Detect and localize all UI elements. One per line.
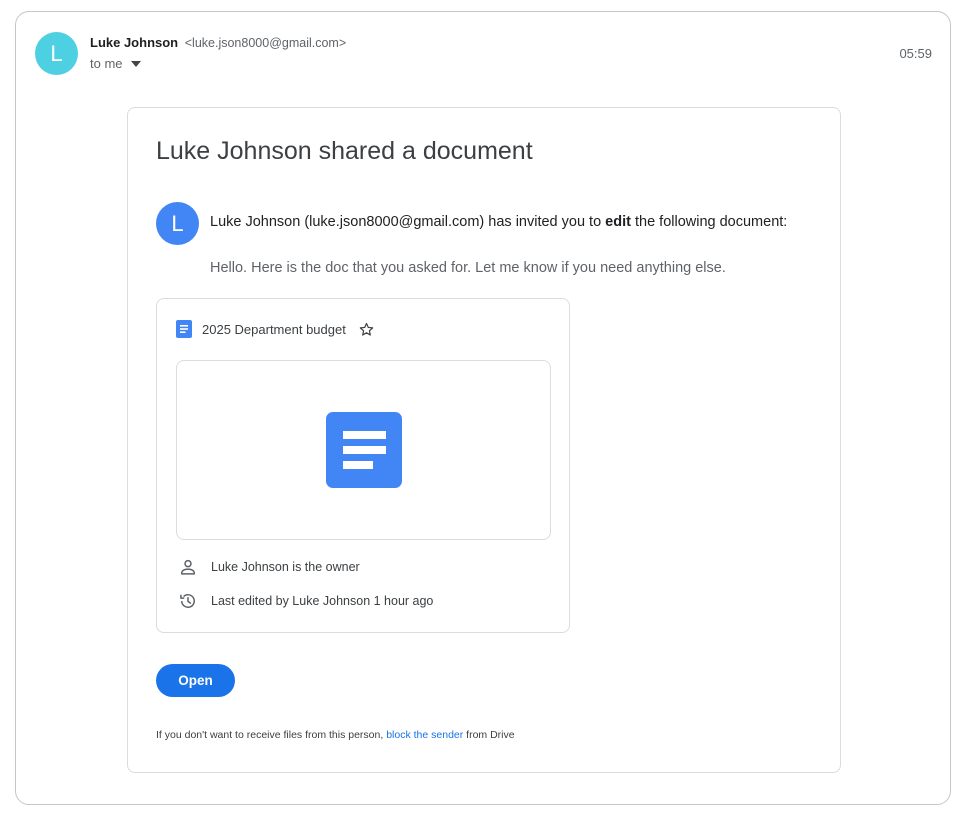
invite-text-before: Luke Johnson (luke.json8000@gmail.com) h…: [210, 214, 606, 230]
footer-text-before: If you don't want to receive files from …: [156, 729, 387, 741]
owner-row: Luke Johnson is the owner: [178, 557, 360, 577]
invite-permission: edit: [605, 214, 631, 230]
inviter-avatar: L: [156, 202, 199, 245]
card-title: Luke Johnson shared a document: [156, 137, 533, 165]
google-docs-icon: [325, 412, 402, 488]
person-icon: [181, 559, 195, 575]
document-preview[interactable]: [176, 360, 551, 540]
document-card[interactable]: 2025 Department budget Luke Johnson is t…: [156, 298, 570, 633]
last-edited-row: Last edited by Luke Johnson 1 hour ago: [178, 591, 433, 611]
invite-text: Luke Johnson (luke.json8000@gmail.com) h…: [210, 214, 787, 230]
open-button[interactable]: Open: [156, 664, 235, 697]
timestamp: 05:59: [899, 46, 932, 61]
personal-message: Hello. Here is the doc that you asked fo…: [210, 260, 726, 276]
sender-name[interactable]: Luke Johnson: [90, 35, 178, 50]
sender-avatar[interactable]: L: [35, 32, 78, 75]
last-edited-text: Last edited by Luke Johnson 1 hour ago: [211, 594, 434, 608]
footer-text-after: from Drive: [463, 729, 515, 741]
block-sender-link[interactable]: block the sender: [386, 729, 463, 741]
share-card: Luke Johnson shared a document L Luke Jo…: [127, 107, 841, 773]
star-icon[interactable]: [358, 321, 375, 338]
recipient-label: to me: [90, 56, 123, 71]
footer-note: If you don't want to receive files from …: [156, 729, 515, 741]
invite-text-after: the following document:: [630, 214, 788, 230]
document-header: 2025 Department budget: [176, 320, 375, 338]
sender-line: Luke Johnson <luke.json8000@gmail.com>: [90, 35, 346, 50]
document-name[interactable]: 2025 Department budget: [202, 322, 346, 337]
email-message: L Luke Johnson <luke.json8000@gmail.com>…: [15, 11, 951, 805]
history-icon: [180, 594, 195, 608]
recipient-line[interactable]: to me: [90, 56, 141, 71]
sender-email: <luke.json8000@gmail.com>: [184, 36, 347, 50]
google-docs-icon: [176, 320, 192, 338]
owner-text: Luke Johnson is the owner: [211, 560, 360, 574]
chevron-down-icon[interactable]: [130, 60, 141, 67]
